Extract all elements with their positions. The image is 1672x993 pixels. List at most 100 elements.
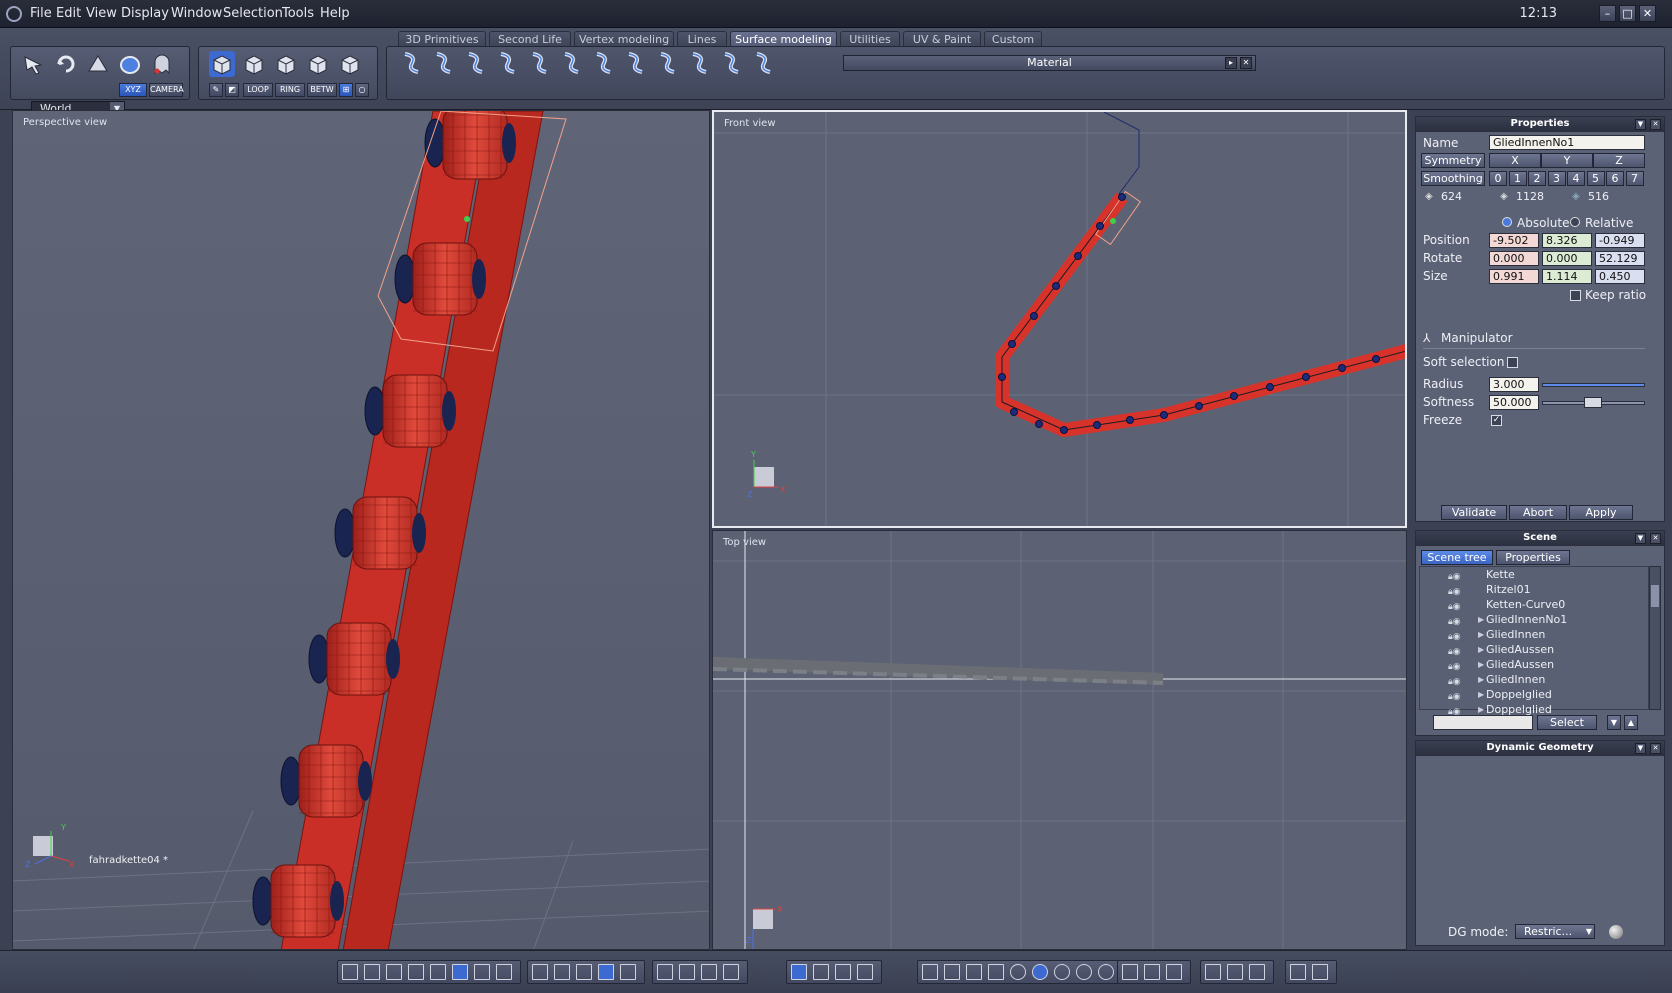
softness-field[interactable]: 50.000 <box>1489 395 1539 410</box>
tab-custom[interactable]: Custom <box>984 31 1042 47</box>
display-icon[interactable] <box>620 964 636 980</box>
shading-icon[interactable] <box>922 964 938 980</box>
rotate-view-icon[interactable] <box>53 51 79 77</box>
lock-eye-icon[interactable]: 🔒︎◉ <box>1448 615 1476 627</box>
smoothing-level-3[interactable]: 3 <box>1547 171 1566 186</box>
expand-arrow-icon[interactable]: ▶ <box>1478 673 1484 687</box>
symmetry-x-button[interactable]: X <box>1489 153 1541 168</box>
cut-icon[interactable] <box>654 50 680 76</box>
render-layer-icon[interactable] <box>1205 964 1221 980</box>
menu-display[interactable]: Display <box>121 6 169 21</box>
tab-utilities[interactable]: Utilities <box>840 31 900 47</box>
lock-eye-icon[interactable]: 🔒︎◉ <box>1448 645 1476 657</box>
symmetry-button[interactable]: Symmetry <box>1421 153 1485 168</box>
dg-collapse-icon[interactable]: ▼ <box>1635 743 1646 754</box>
lock-eye-icon[interactable]: 🔒︎◉ <box>1448 585 1476 597</box>
absolute-radio[interactable] <box>1502 217 1512 227</box>
lock-eye-icon[interactable]: 🔒︎◉ <box>1448 570 1476 582</box>
symmetry-y-button[interactable]: Y <box>1541 153 1593 168</box>
object-icon[interactable] <box>1166 964 1182 980</box>
shrink-select-icon[interactable]: ○ <box>355 83 369 97</box>
layout-icon[interactable] <box>386 964 402 980</box>
radius-field[interactable]: 3.000 <box>1489 377 1539 392</box>
lock-eye-icon[interactable]: 🔒︎◉ <box>1448 630 1476 642</box>
panel-close-icon[interactable]: ✕ <box>1650 119 1661 130</box>
select-button[interactable]: Select <box>1537 715 1597 730</box>
smoothing-level-7[interactable]: 7 <box>1625 171 1644 186</box>
scene-close-icon[interactable]: ✕ <box>1650 533 1661 544</box>
close-icon[interactable]: ✕ <box>1639 5 1656 22</box>
stack-icon[interactable] <box>686 50 712 76</box>
material-close-icon[interactable]: ✕ <box>1240 57 1252 69</box>
scroll-up-icon[interactable]: ▲ <box>1624 715 1638 730</box>
tab-scene-properties[interactable]: Properties <box>1496 550 1570 565</box>
scene-search-input[interactable] <box>1433 715 1533 730</box>
bend-icon[interactable] <box>558 50 584 76</box>
menu-tools[interactable]: Tools <box>282 6 314 21</box>
transform-icon[interactable] <box>813 964 829 980</box>
pan-view-icon[interactable] <box>85 51 111 77</box>
position-y-field[interactable]: 8.326 <box>1542 233 1592 248</box>
smoothing-level-6[interactable]: 6 <box>1606 171 1624 186</box>
transform-icon[interactable] <box>857 964 873 980</box>
maximize-icon[interactable]: □ <box>1619 5 1636 22</box>
gear-icon[interactable] <box>750 50 776 76</box>
render-layer-icon[interactable] <box>1227 964 1243 980</box>
rotate-z-field[interactable]: 52.129 <box>1595 251 1645 266</box>
minimize-icon[interactable]: – <box>1599 5 1616 22</box>
top-viewport[interactable]: X Z Top view <box>712 530 1407 950</box>
object-mode-cube-icon[interactable] <box>209 51 235 77</box>
render-icon[interactable] <box>1290 964 1306 980</box>
smoothing-level-5[interactable]: 5 <box>1586 171 1605 186</box>
layout-icon[interactable] <box>474 964 490 980</box>
abort-button[interactable]: Abort <box>1509 505 1567 520</box>
menu-window[interactable]: Window <box>171 6 222 21</box>
tab-lines[interactable]: Lines <box>677 31 727 47</box>
smoothing-level-1[interactable]: 1 <box>1508 171 1527 186</box>
scene-collapse-icon[interactable]: ▼ <box>1635 533 1646 544</box>
dg-sphere-icon[interactable] <box>1609 925 1623 939</box>
smoothing-level-0[interactable]: 0 <box>1489 171 1507 186</box>
expand-arrow-icon[interactable]: ▶ <box>1478 613 1484 627</box>
rotate-x-field[interactable]: 0.000 <box>1489 251 1539 266</box>
lock-eye-icon[interactable]: 🔒︎◉ <box>1448 690 1476 702</box>
lock-eye-icon[interactable]: 🔒︎◉ <box>1448 705 1476 717</box>
xyz-button[interactable]: XYZ <box>119 83 147 97</box>
object-icon[interactable] <box>1122 964 1138 980</box>
lock-eye-icon[interactable]: 🔒︎◉ <box>1448 600 1476 612</box>
softness-slider-handle[interactable] <box>1584 397 1602 408</box>
apply-button[interactable]: Apply <box>1569 505 1633 520</box>
sweep-icon[interactable] <box>430 50 456 76</box>
ring-button[interactable]: RING <box>275 83 305 97</box>
keep-ratio-checkbox[interactable] <box>1570 290 1581 301</box>
paint-select-icon[interactable]: ✎ <box>209 83 223 97</box>
transform-icon[interactable] <box>835 964 851 980</box>
tab-surface-modeling[interactable]: Surface modeling <box>730 31 837 47</box>
scene-tree-item[interactable]: 🔒︎◉ ▶ Doppelglied <box>1420 688 1650 702</box>
scrollbar-thumb[interactable] <box>1651 585 1659 607</box>
layout-icon[interactable] <box>408 964 424 980</box>
vertex-mode-cube-icon[interactable] <box>305 51 331 77</box>
camera-icon[interactable] <box>657 964 673 980</box>
expand-select-icon[interactable]: ⊞ <box>339 83 353 97</box>
rotate-y-field[interactable]: 0.000 <box>1542 251 1592 266</box>
front-viewport[interactable]: Y X Z Front view <box>712 110 1407 528</box>
ghost-view-icon[interactable] <box>149 51 175 77</box>
shading-icon[interactable] <box>944 964 960 980</box>
display-icon[interactable] <box>576 964 592 980</box>
tab-uv-paint[interactable]: UV & Paint <box>903 31 981 47</box>
scene-tree-item[interactable]: 🔒︎◉ Ketten-Curve0 <box>1420 598 1650 612</box>
position-z-field[interactable]: -0.949 <box>1595 233 1645 248</box>
menu-view[interactable]: View <box>86 6 117 21</box>
layout-icon[interactable] <box>452 964 468 980</box>
multi-mode-cube-icon[interactable] <box>337 51 363 77</box>
scene-tree-item[interactable]: 🔒︎◉ Kette <box>1420 568 1650 582</box>
expand-arrow-icon[interactable]: ▶ <box>1478 658 1484 672</box>
menu-selection[interactable]: Selection <box>223 6 283 21</box>
between-button[interactable]: BETW <box>307 83 337 97</box>
skin-icon[interactable] <box>622 50 648 76</box>
size-x-field[interactable]: 0.991 <box>1489 269 1539 284</box>
shading-icon[interactable] <box>1076 964 1092 980</box>
scene-tree-item[interactable]: 🔒︎◉ ▶ GliedAussen <box>1420 658 1650 672</box>
display-icon[interactable] <box>554 964 570 980</box>
